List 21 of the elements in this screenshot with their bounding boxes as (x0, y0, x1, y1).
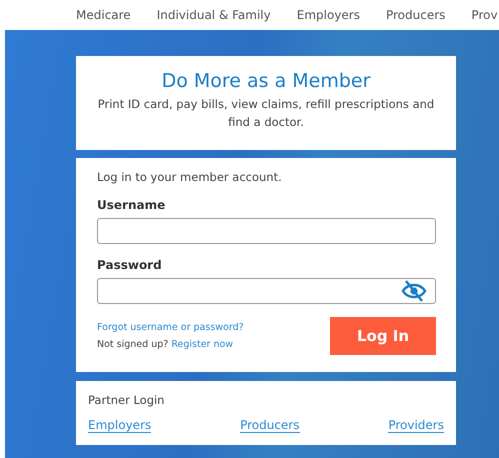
username-label: Username (97, 198, 166, 212)
partner-link[interactable]: Providers (388, 418, 444, 433)
partner-link[interactable]: Producers (240, 418, 300, 433)
nav-link[interactable]: Medicare (76, 8, 131, 22)
nav-link[interactable]: Producers (386, 8, 446, 22)
login-button[interactable]: Log In (330, 317, 436, 355)
forgot-password-link[interactable]: Forgot username or password? (97, 322, 244, 333)
nav-link[interactable]: Employers (296, 8, 360, 22)
password-label: Password (97, 258, 163, 272)
promo-text: Print ID card, pay bills, view claims, refill prescriptions and find a doctor. (96, 96, 436, 131)
promo-title: Do More as a Member (160, 70, 372, 92)
password-field[interactable] (97, 278, 436, 304)
login-intro: Log in to your member account. (97, 170, 283, 184)
signup-text: Not signed up? (97, 339, 168, 350)
username-field[interactable] (97, 218, 436, 244)
nav-link[interactable]: Individual & Family (156, 8, 271, 22)
eye-slash-icon[interactable] (401, 280, 427, 302)
nav-link[interactable]: Prov (471, 8, 498, 22)
partner-login-title: Partner Login (88, 393, 166, 407)
partner-link[interactable]: Employers (88, 418, 152, 433)
register-link[interactable]: Register now (171, 339, 234, 350)
